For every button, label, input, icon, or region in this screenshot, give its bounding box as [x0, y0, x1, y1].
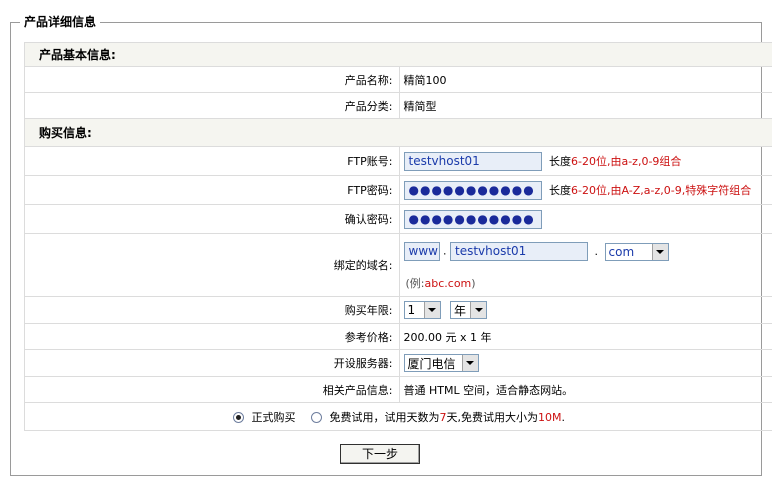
domain-example: (例:abc.com)	[406, 275, 770, 291]
confirm-password-input[interactable]: ●●●●●●●●●●●	[403, 209, 542, 229]
purchase-section-header: 购买信息:	[24, 118, 772, 147]
related-row: 相关产品信息: 普通 HTML 空间，适合静态网站。	[24, 376, 772, 403]
free-trial-radio[interactable]	[311, 412, 322, 423]
server-row: 开设服务器: 厦门电信	[24, 349, 772, 377]
formal-purchase-label[interactable]: 正式购买	[252, 411, 296, 424]
trial-desc-3: .	[561, 410, 566, 424]
domain-example-suffix: )	[471, 277, 476, 290]
years-unit-value: 年	[454, 303, 467, 318]
domain-example-prefix: (例:	[405, 277, 425, 290]
years-row: 购买年限: 1 年	[24, 296, 772, 324]
product-category-value: 精简型	[398, 92, 772, 119]
domain-prefix-input[interactable]: www	[403, 242, 440, 261]
related-label: 相关产品信息:	[24, 376, 400, 403]
domain-example-value: abc.com	[424, 277, 472, 290]
ftp-password-label: FTP密码:	[24, 175, 400, 205]
server-select[interactable]: 厦门电信	[403, 354, 479, 372]
years-value: 1	[407, 303, 416, 317]
formal-purchase-radio[interactable]	[233, 412, 244, 423]
confirm-password-row: 确认密码: ●●●●●●●●●●●	[24, 204, 772, 234]
trial-size: 10M	[538, 410, 562, 424]
basic-section-title: 产品基本信息:	[24, 42, 772, 67]
related-value: 普通 HTML 空间，适合静态网站。	[398, 376, 772, 403]
chevron-down-icon	[470, 302, 486, 318]
chevron-down-icon	[423, 302, 440, 318]
basic-section-header: 产品基本信息:	[24, 42, 772, 67]
domain-label: 绑定的域名:	[24, 233, 400, 297]
product-category-row: 产品分类: 精简型	[24, 92, 772, 119]
trial-desc-1: ，试用天数为	[373, 410, 440, 424]
chevron-down-icon	[651, 243, 668, 260]
years-select[interactable]: 1	[403, 301, 441, 319]
ftp-account-input[interactable]: testvhost01	[403, 151, 542, 171]
trial-days: 7	[439, 410, 447, 424]
chevron-down-icon	[461, 355, 478, 371]
ftp-account-hint-prefix: 长度	[549, 155, 571, 168]
ftp-password-row: FTP密码: ●●●●●●●●●●● 长度6-20位,由A-Z,a-z,0-9,…	[24, 175, 772, 205]
ftp-password-hint-prefix: 长度	[549, 184, 571, 197]
domain-dot-1: .	[443, 244, 447, 258]
price-row: 参考价格: 200.00 元 x 1 年	[24, 323, 772, 350]
purchase-type-row: 正式购买 免费试用，试用天数为7天,免费试用大小为10M.	[24, 402, 772, 431]
price-label: 参考价格:	[24, 323, 400, 350]
domain-row: 绑定的域名: www . testvhost01 . com (例:abc.co…	[24, 233, 772, 297]
ftp-password-hint-rule: 6-20位,由A-Z,a-z,0-9,特殊字符组合	[571, 184, 752, 197]
ftp-password-hint: 长度6-20位,由A-Z,a-z,0-9,特殊字符组合	[549, 184, 751, 197]
purchase-section-title: 购买信息:	[24, 118, 772, 147]
price-value: 200.00 元 x 1 年	[398, 323, 772, 350]
next-step-button[interactable]: 下一步	[340, 444, 420, 464]
server-label: 开设服务器:	[24, 349, 400, 377]
server-value: 厦门电信	[407, 356, 456, 371]
domain-name-input[interactable]: testvhost01	[450, 242, 588, 261]
ftp-account-hint: 长度6-20位,由a-z,0-9组合	[549, 155, 681, 168]
free-trial-label[interactable]: 免费试用	[330, 411, 374, 424]
product-form-table: 产品基本信息: 产品名称: 精简100 产品分类: 精简型 购买信息: FTP账…	[24, 42, 772, 431]
domain-dot-2: .	[594, 244, 599, 258]
ftp-account-hint-rule: 6-20位,由a-z,0-9组合	[571, 155, 682, 168]
ftp-account-row: FTP账号: testvhost01 长度6-20位,由a-z,0-9组合	[24, 146, 772, 176]
product-category-label: 产品分类:	[24, 92, 400, 119]
product-name-value: 精简100	[398, 66, 772, 93]
ftp-password-input[interactable]: ●●●●●●●●●●●	[403, 180, 542, 200]
trial-desc-2: 天,免费试用大小为	[446, 410, 539, 424]
domain-suffix-select[interactable]: com	[604, 242, 669, 261]
product-name-row: 产品名称: 精简100	[24, 66, 772, 93]
fieldset-legend: 产品详细信息	[20, 14, 101, 30]
product-name-label: 产品名称:	[24, 66, 400, 93]
years-label: 购买年限:	[24, 296, 400, 324]
years-unit-select[interactable]: 年	[450, 301, 487, 319]
domain-suffix-value: com	[608, 244, 635, 259]
confirm-password-label: 确认密码:	[24, 204, 400, 234]
ftp-account-label: FTP账号:	[24, 146, 400, 176]
